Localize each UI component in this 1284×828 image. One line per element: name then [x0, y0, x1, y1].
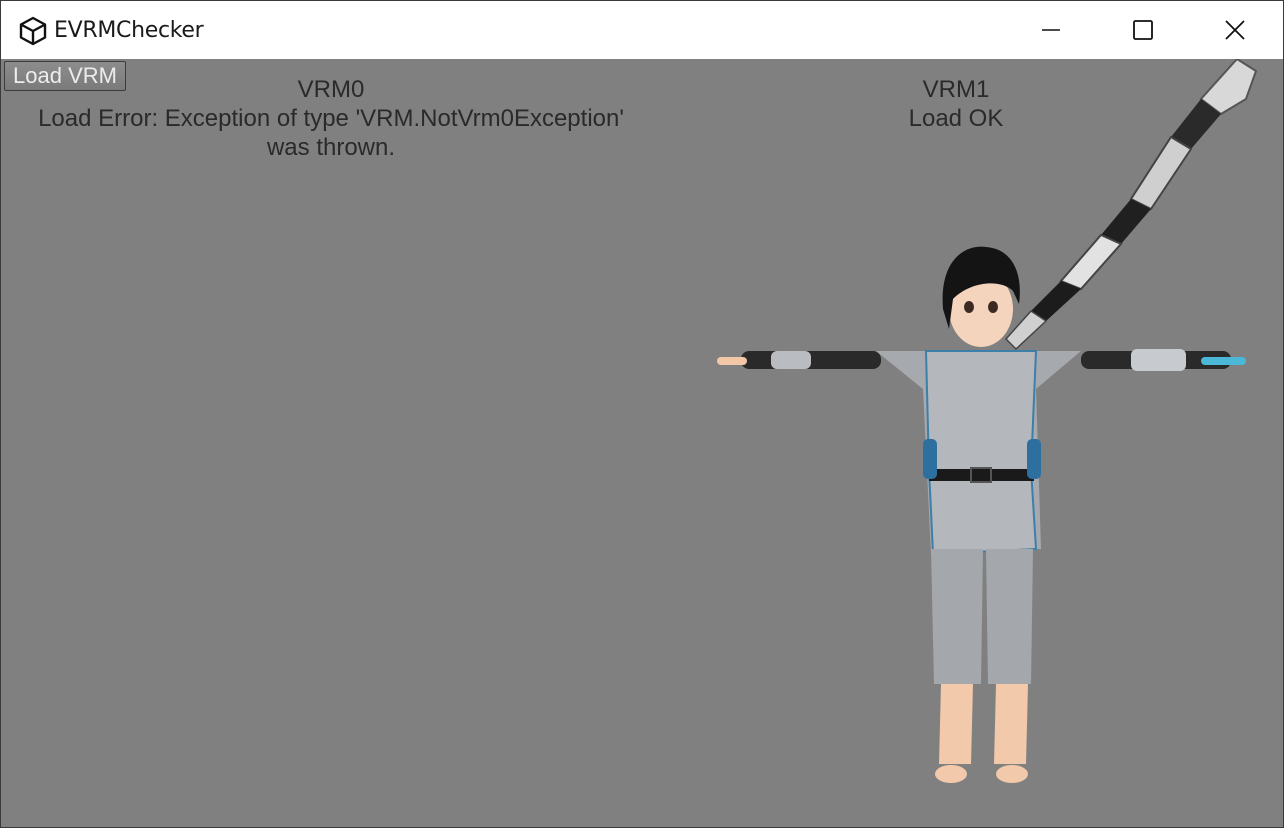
robot-arm — [1004, 59, 1258, 351]
maximize-icon — [1133, 20, 1153, 40]
title-bar[interactable]: EVRMChecker — [1, 1, 1283, 59]
minimize-button[interactable] — [1005, 1, 1097, 59]
maximize-button[interactable] — [1097, 1, 1189, 59]
legs — [931, 549, 983, 684]
vrm0-status-line1: Load Error: Exception of type 'VRM.NotVr… — [38, 105, 624, 132]
vrm0-heading: VRM0 — [297, 76, 365, 103]
close-icon — [1225, 20, 1245, 40]
close-button[interactable] — [1189, 1, 1281, 59]
unity-logo-icon — [19, 16, 47, 46]
minimize-icon — [1042, 29, 1060, 31]
window-title: EVRMChecker — [54, 18, 204, 43]
render-viewport: Load VRM VRM0 Load Error: Exception of t… — [1, 59, 1283, 827]
app-window: EVRMChecker Load VRM VRM0 Load Error: Ex… — [0, 0, 1284, 828]
vrm-avatar-model — [717, 59, 1258, 783]
vrm0-status-line2: was thrown. — [266, 134, 396, 161]
vrm0-panel: VRM0 Load Error: Exception of type 'VRM.… — [11, 75, 651, 162]
